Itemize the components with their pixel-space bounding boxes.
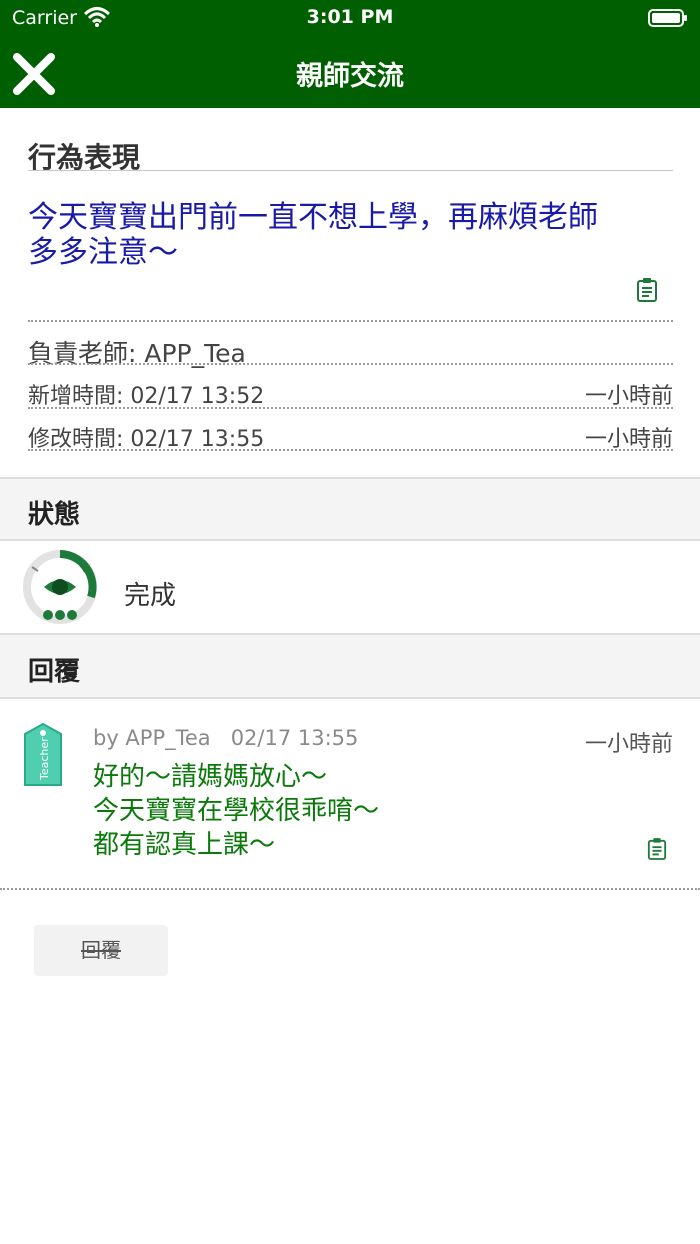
teacher-tag-label: Teacher [38,737,51,781]
reply-body: 好的～請媽媽放心～ 今天寶寶在學校很乖唷～ 都有認真上課～ [93,760,379,862]
nav-bar: 親師交流 [0,36,700,108]
reply-line: 都有認真上課～ [93,830,276,860]
status-value: 完成 [124,581,177,611]
reply-heading: 回覆 [28,657,81,687]
teacher-row: 負責老師: APP_Tea [28,334,673,368]
reply-timestamp: 02/17 13:55 [230,726,359,750]
status-heading: 狀態 [28,500,81,530]
created-row: 新增時間: 02/17 13:52 一小時前 [28,378,673,409]
clipboard-icon[interactable] [636,277,658,303]
status-gauge-icon [23,550,97,624]
created-time: 新增時間: 02/17 13:52 [28,384,265,409]
reply-author: by APP_Tea [93,726,211,750]
page-title: 親師交流 [296,61,404,92]
behavior-message: 今天寶寶出門前一直不想上學，再麻煩老師 多多注意～ [28,200,648,270]
dotted-divider [28,320,673,322]
reply-line: 今天寶寶在學校很乖唷～ [93,796,380,826]
reply-button[interactable]: 回覆 [34,925,168,976]
message-line: 多多注意～ [28,235,178,270]
list-item: Teacher by APP_Tea 02/17 13:55 一小時前 好的～請媽… [0,700,700,890]
reply-section-header: 回覆 [0,633,700,699]
reply-ago: 一小時前 [584,732,673,757]
clock: 3:01 PM [306,6,394,28]
teacher-tag-icon: Teacher [24,722,62,786]
created-ago: 一小時前 [584,384,673,409]
modified-row: 修改時間: 02/17 13:55 一小時前 [28,421,673,452]
dotted-divider [0,888,700,890]
status-bar: Carrier 3:01 PM [0,0,700,36]
status-row: 完成 [0,541,700,633]
reply-meta: by APP_Tea 02/17 13:55 [93,726,358,750]
message-line: 今天寶寶出門前一直不想上學，再麻煩老師 [28,200,598,235]
dotted-divider [28,363,673,365]
clipboard-icon[interactable] [647,837,667,861]
reply-line: 好的～請媽媽放心～ [93,762,328,792]
dotted-divider [28,449,673,451]
divider [28,170,673,171]
dotted-divider [28,407,673,409]
battery-icon [648,9,687,27]
status-section-header: 狀態 [0,477,700,541]
